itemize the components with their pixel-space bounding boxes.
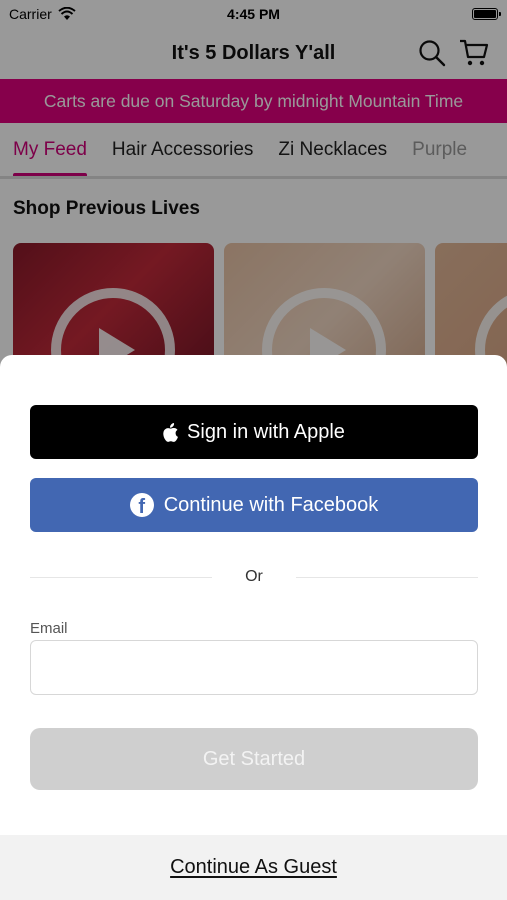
divider-line — [30, 576, 213, 578]
or-label: Or — [245, 568, 263, 585]
facebook-icon: f — [129, 493, 154, 517]
facebook-button-label: Continue with Facebook — [163, 493, 379, 516]
email-label: Email — [30, 620, 68, 637]
apple-icon — [163, 422, 179, 442]
apple-button-label: Sign in with Apple — [187, 420, 345, 443]
or-divider: Or — [30, 565, 478, 589]
sign-in-sheet: Sign in with Apple f Continue with Faceb… — [0, 355, 507, 900]
divider-line — [295, 576, 478, 578]
continue-as-guest-link[interactable]: Continue As Guest — [170, 856, 337, 879]
get-started-button[interactable]: Get Started — [30, 728, 478, 790]
guest-bar: Continue As Guest — [0, 835, 507, 900]
email-field[interactable] — [30, 640, 478, 695]
sign-in-with-apple-button[interactable]: Sign in with Apple — [30, 405, 478, 459]
continue-with-facebook-button[interactable]: f Continue with Facebook — [30, 478, 478, 532]
